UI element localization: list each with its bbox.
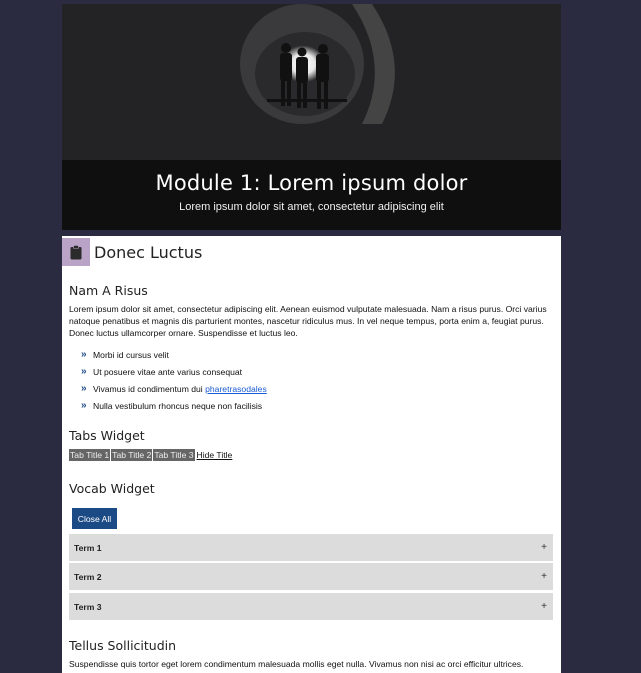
hide-title-button[interactable]: Hide Title bbox=[197, 450, 233, 460]
list-item-text: Morbi id cursus velit bbox=[93, 349, 169, 360]
accordion-term-3[interactable]: Term 3 + bbox=[69, 593, 553, 620]
list-item: » Morbi id cursus velit bbox=[81, 346, 267, 363]
vocab-widget-heading: Vocab Widget bbox=[69, 481, 155, 496]
chevron-right-icon: » bbox=[81, 400, 87, 411]
tab-title-1[interactable]: Tab Title 1 bbox=[69, 449, 111, 461]
main-content: Donec Luctus Nam A Risus Lorem ipsum dol… bbox=[62, 236, 561, 673]
chevron-right-icon: » bbox=[81, 383, 87, 394]
plus-icon: + bbox=[541, 542, 547, 553]
chevron-right-icon: » bbox=[81, 366, 87, 377]
hero-banner: Module 1: Lorem ipsum dolor Lorem ipsum … bbox=[62, 4, 561, 230]
plus-icon: + bbox=[541, 601, 547, 612]
list-item-text: Ut posuere vitae ante varius consequat bbox=[93, 366, 243, 377]
term-label: Term 3 bbox=[74, 601, 102, 612]
hero-caption: Module 1: Lorem ipsum dolor Lorem ipsum … bbox=[62, 160, 561, 230]
term-label: Term 2 bbox=[74, 571, 102, 582]
list-item: » Vivamus id condimentum dui pharetrasod… bbox=[81, 380, 267, 397]
chevron-right-icon: » bbox=[81, 349, 87, 360]
page-subtitle: Lorem ipsum dolor sit amet, consectetur … bbox=[179, 201, 444, 213]
list-item-text: Vivamus id condimentum dui bbox=[93, 383, 203, 394]
intro-paragraph: Lorem ipsum dolor sit amet, consectetur … bbox=[69, 304, 547, 338]
plus-icon: + bbox=[541, 571, 547, 582]
clipboard-icon bbox=[62, 238, 90, 266]
tab-title-2[interactable]: Tab Title 2 bbox=[111, 449, 153, 461]
list-item-text: Nulla vestibulum rhoncus neque non facil… bbox=[93, 400, 263, 411]
close-all-button[interactable]: Close All bbox=[72, 508, 117, 529]
outro-heading: Tellus Sollicitudin bbox=[69, 638, 177, 653]
bullet-list: » Morbi id cursus velit » Ut posuere vit… bbox=[81, 346, 267, 414]
section-title: Donec Luctus bbox=[94, 242, 203, 262]
accordion-term-2[interactable]: Term 2 + bbox=[69, 563, 553, 590]
accordion-term-1[interactable]: Term 1 + bbox=[69, 534, 553, 561]
tab-bar: Tab Title 1 Tab Title 2 Tab Title 3 Hide… bbox=[69, 449, 232, 461]
tab-title-3[interactable]: Tab Title 3 bbox=[153, 449, 195, 461]
list-item: » Ut posuere vitae ante varius consequat bbox=[81, 363, 267, 380]
page-title: Module 1: Lorem ipsum dolor bbox=[155, 171, 468, 195]
outro-paragraph: Suspendisse quis tortor eget lorem condi… bbox=[69, 659, 524, 669]
list-item: » Nulla vestibulum rhoncus neque non fac… bbox=[81, 397, 267, 414]
section-header: Donec Luctus bbox=[62, 238, 202, 266]
inline-link[interactable]: pharetrasodales bbox=[205, 384, 267, 394]
intro-heading: Nam A Risus bbox=[69, 283, 148, 298]
hero-image bbox=[62, 4, 561, 160]
term-label: Term 1 bbox=[74, 542, 102, 553]
tabs-widget-heading: Tabs Widget bbox=[69, 428, 145, 443]
